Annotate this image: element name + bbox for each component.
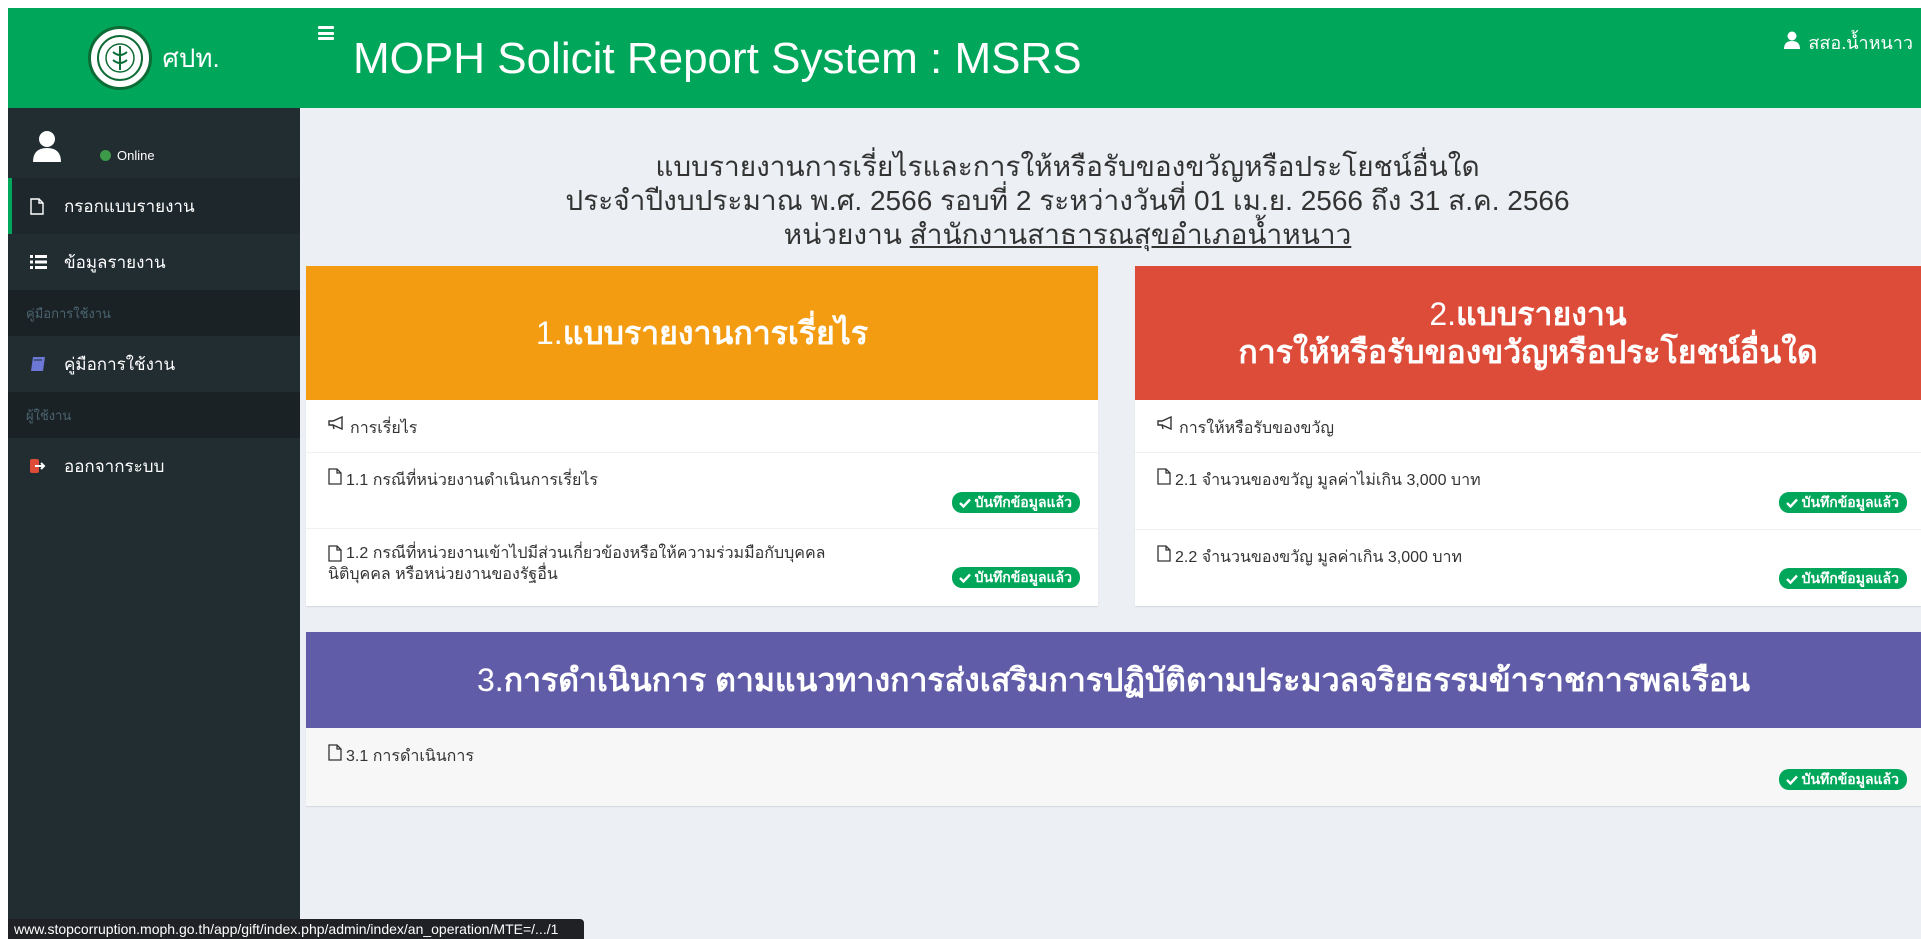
item-label: 2.1 จำนวนของขวัญ มูลค่าไม่เกิน 3,000 บาท bbox=[1175, 472, 1481, 489]
check-icon bbox=[958, 573, 971, 583]
box-3-title: 3.การดำเนินการ ตามแนวทางการส่งเสริมการปฏ… bbox=[477, 662, 1750, 698]
app-title: MOPH Solicit Report System : MSRS bbox=[353, 34, 1082, 83]
list-item[interactable]: 2.2 จำนวนของขวัญ มูลค่าเกิน 3,000 บาท บั… bbox=[1135, 529, 1921, 606]
status-badge: บันทึกข้อมูลแล้ว bbox=[1778, 492, 1907, 513]
moph-emblem-icon bbox=[88, 26, 153, 90]
top-navbar: MOPH Solicit Report System : MSRS สสอ.น้… bbox=[300, 8, 1921, 108]
user-icon bbox=[1784, 31, 1801, 54]
browser-status-url: www.stopcorruption.moph.go.th/app/gift/i… bbox=[8, 919, 585, 939]
sidebar-item-manual[interactable]: คู่มือการใช้งาน bbox=[8, 336, 300, 392]
sidebar-item-label: คู่มือการใช้งาน bbox=[64, 354, 176, 374]
logo-area[interactable]: ศปท. bbox=[8, 8, 300, 108]
section-label-row: การเรี่ยไร bbox=[306, 400, 1098, 452]
item-label: 1.2 กรณีที่หน่วยงานเข้าไปมีส่วนเกี่ยวข้อ… bbox=[346, 545, 826, 562]
heading-line-1: แบบรายงานการเรี่ยไรและการให้หรือรับของขว… bbox=[655, 151, 1480, 182]
file-icon bbox=[1157, 468, 1171, 490]
sidebar-toggle-icon[interactable] bbox=[318, 26, 334, 40]
agency-prefix: หน่วยงาน bbox=[783, 219, 902, 250]
page-heading: แบบรายงานการเรี่ยไรและการให้หรือรับของขว… bbox=[300, 150, 1835, 252]
sidebar: Online กรอกแบบรายงาน ข้อมูลรายงาน คู่มือ… bbox=[8, 108, 300, 939]
list-item[interactable]: 3.1 การดำเนินการ บันทึกข้อมูลแล้ว bbox=[306, 728, 1921, 806]
box-2-title-line-1: 2.แบบรายงาน bbox=[1429, 296, 1627, 332]
box-1-header[interactable]: 1.แบบรายงานการเรี่ยไร bbox=[306, 266, 1098, 400]
box-2-title-line-2: การให้หรือรับของขวัญหรือประโยชน์อื่นใด bbox=[1238, 334, 1818, 370]
online-status: Online bbox=[100, 148, 155, 163]
user-menu[interactable]: สสอ.น้ำหนาว bbox=[1784, 28, 1913, 57]
box-3-header[interactable]: 3.การดำเนินการ ตามแนวทางการส่งเสริมการปฏ… bbox=[306, 632, 1921, 728]
check-icon bbox=[958, 498, 971, 508]
box-ethics-operation: 3.การดำเนินการ ตามแนวทางการส่งเสริมการปฏ… bbox=[306, 632, 1921, 806]
book-icon bbox=[30, 356, 54, 372]
check-icon bbox=[1785, 775, 1798, 785]
logo-text: ศปท. bbox=[162, 42, 220, 73]
sidebar-item-label: กรอกแบบรายงาน bbox=[64, 196, 195, 216]
item-label-cont: นิติบุคคล หรือหน่วยงานของรัฐอื่น bbox=[328, 566, 558, 583]
status-badge: บันทึกข้อมูลแล้ว bbox=[1778, 568, 1907, 589]
sidebar-item-logout[interactable]: ออกจากระบบ bbox=[8, 438, 300, 494]
agency-name: สำนักงานสาธารณสุขอำเภอน้ำหนาว bbox=[909, 219, 1352, 250]
box-2-header[interactable]: 2.แบบรายงาน การให้หรือรับของขวัญหรือประโ… bbox=[1135, 266, 1921, 400]
file-icon bbox=[328, 744, 342, 766]
item-label: 3.1 การดำเนินการ bbox=[346, 748, 474, 765]
window-top-edge bbox=[0, 0, 1921, 8]
online-dot-icon bbox=[100, 150, 111, 161]
box-1-title: 1.แบบรายงานการเรี่ยไร bbox=[536, 315, 868, 351]
section-label-row: การให้หรือรับของขวัญ bbox=[1135, 400, 1921, 452]
check-icon bbox=[1785, 498, 1798, 508]
sign-out-icon bbox=[30, 459, 54, 473]
main-content: แบบรายงานการเรี่ยไรและการให้หรือรับของขว… bbox=[300, 108, 1921, 939]
section-label: การให้หรือรับของขวัญ bbox=[1179, 420, 1335, 437]
heading-line-3: หน่วยงาน สำนักงานสาธารณสุขอำเภอน้ำหนาว bbox=[300, 218, 1835, 252]
list-item[interactable]: 1.2 กรณีที่หน่วยงานเข้าไปมีส่วนเกี่ยวข้อ… bbox=[306, 528, 1098, 606]
list-item[interactable]: 1.1 กรณีที่หน่วยงานดำเนินการเรี่ยไร บันท… bbox=[306, 452, 1098, 528]
status-badge: บันทึกข้อมูลแล้ว bbox=[951, 567, 1080, 588]
list-icon bbox=[30, 255, 54, 269]
user-panel: Online bbox=[32, 130, 292, 170]
check-icon bbox=[1785, 574, 1798, 584]
bullhorn-icon bbox=[328, 415, 346, 435]
user-name: สสอ.น้ำหนาว bbox=[1808, 33, 1913, 53]
file-icon bbox=[1157, 545, 1171, 567]
section-label: การเรี่ยไร bbox=[350, 420, 418, 437]
item-label: 2.2 จำนวนของขวัญ มูลค่าเกิน 3,000 บาท bbox=[1175, 549, 1463, 566]
box-solicitation-report: 1.แบบรายงานการเรี่ยไร การเรี่ยไร 1.1 กรณ… bbox=[306, 266, 1098, 606]
box-gift-report: 2.แบบรายงาน การให้หรือรับของขวัญหรือประโ… bbox=[1135, 266, 1921, 606]
heading-line-2: ประจำปีงบประมาณ พ.ศ. 2566 รอบที่ 2 ระหว่… bbox=[565, 185, 1570, 216]
window-left-edge bbox=[0, 0, 8, 939]
menu-header-user: ผู้ใช้งาน bbox=[8, 392, 300, 438]
status-badge: บันทึกข้อมูลแล้ว bbox=[1778, 769, 1907, 790]
sidebar-item-report-form[interactable]: กรอกแบบรายงาน bbox=[8, 178, 300, 234]
item-label: 1.1 กรณีที่หน่วยงานดำเนินการเรี่ยไร bbox=[346, 472, 598, 489]
online-status-label: Online bbox=[117, 148, 155, 163]
list-item[interactable]: 2.1 จำนวนของขวัญ มูลค่าไม่เกิน 3,000 บาท… bbox=[1135, 452, 1921, 529]
file-icon bbox=[30, 197, 54, 215]
file-icon bbox=[328, 468, 342, 490]
sidebar-item-label: ข้อมูลรายงาน bbox=[64, 252, 166, 272]
status-badge: บันทึกข้อมูลแล้ว bbox=[951, 492, 1080, 513]
sidebar-item-label: ออกจากระบบ bbox=[64, 456, 165, 476]
sidebar-item-report-data[interactable]: ข้อมูลรายงาน bbox=[8, 234, 300, 290]
avatar-icon bbox=[32, 130, 62, 167]
bullhorn-icon bbox=[1157, 415, 1175, 435]
menu-header-manual: คู่มือการใช้งาน bbox=[8, 290, 300, 336]
